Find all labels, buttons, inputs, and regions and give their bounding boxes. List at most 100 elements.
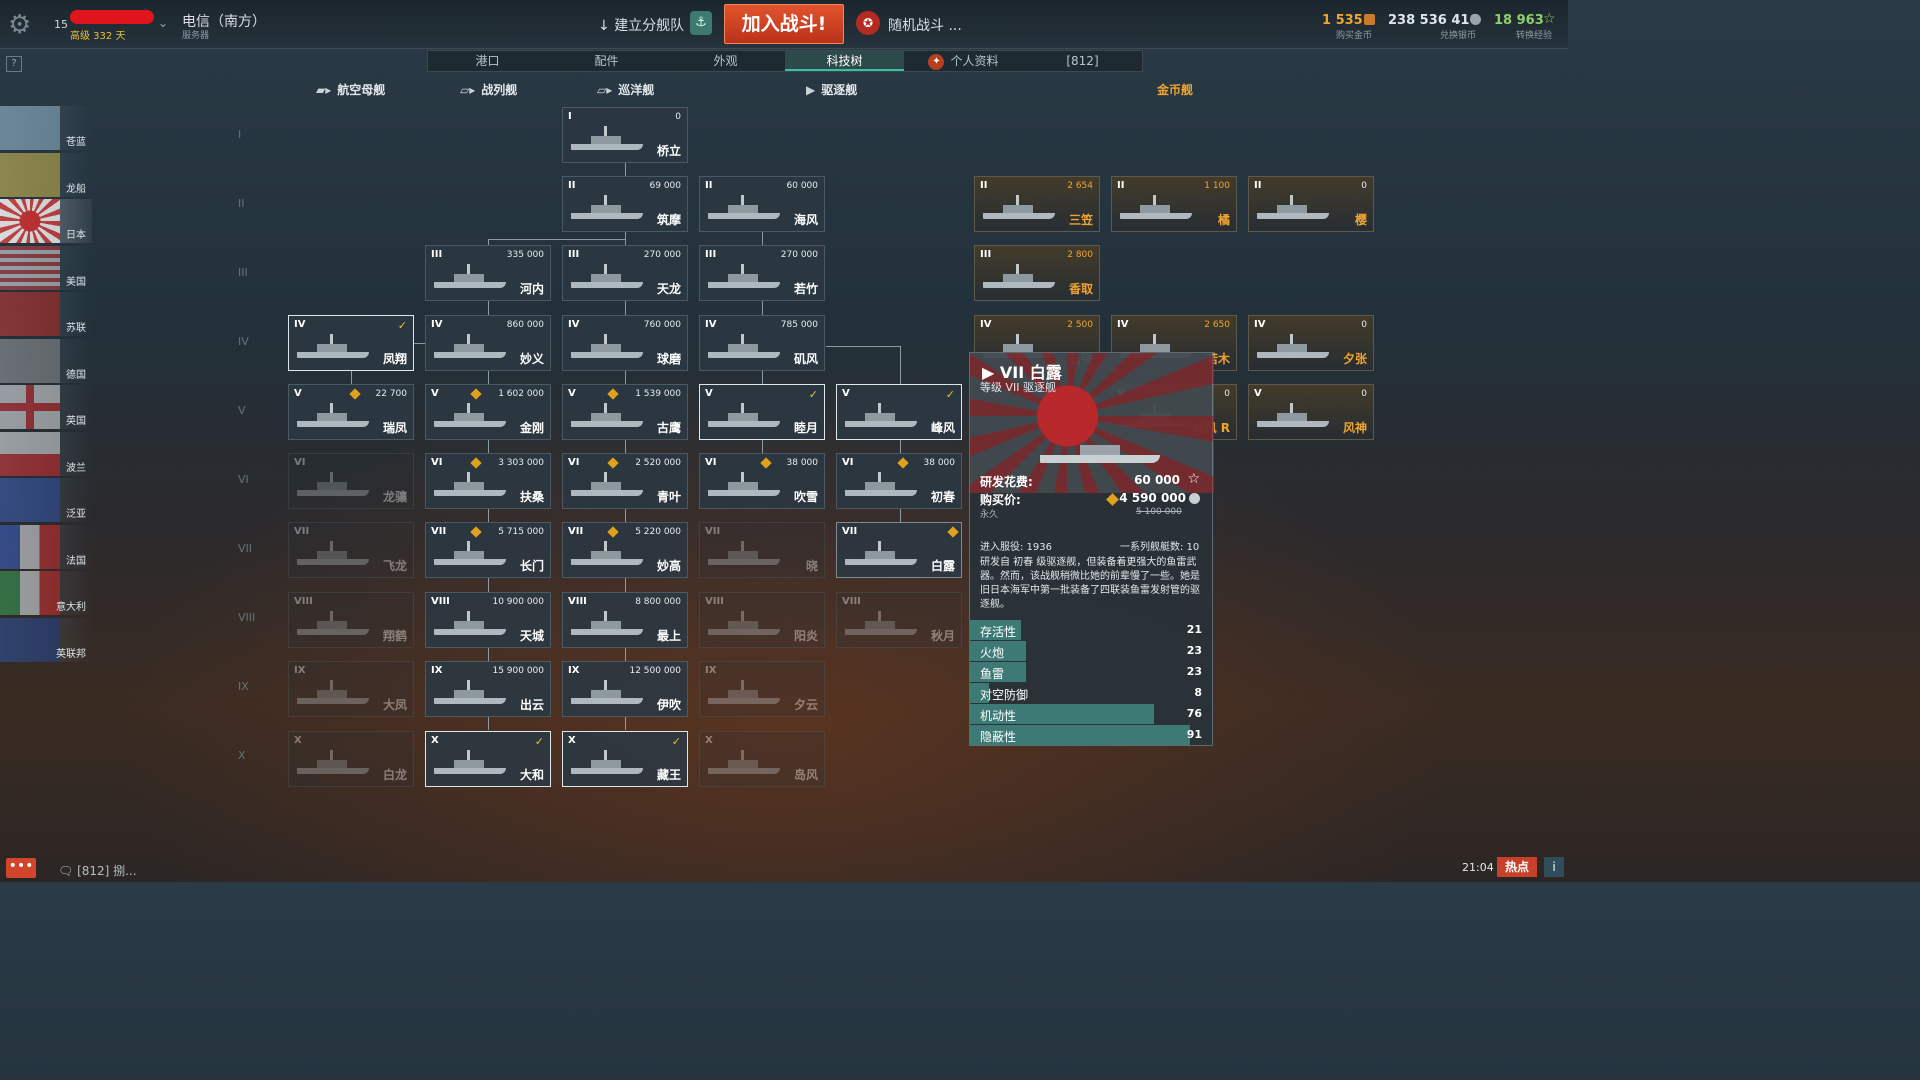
ship-card-shiratsuyu[interactable]: VII 白露 (836, 522, 962, 578)
nation-ussr[interactable]: 苏联 (0, 292, 92, 336)
ship-card-yugumo[interactable]: IX 夕云 (699, 661, 825, 717)
ship-card-myoko[interactable]: VII 5 220 000 妙高 (562, 522, 688, 578)
ship-card-wakatake[interactable]: III 270 000 若竹 (699, 245, 825, 301)
ship-card-ryujo[interactable]: VI 龙骧 (288, 453, 414, 509)
ship-card-mogami[interactable]: VIII 8 800 000 最上 (562, 592, 688, 648)
battle-mode-selector[interactable]: 随机战斗 ... (888, 15, 962, 35)
nation-germany[interactable]: 德国 (0, 338, 92, 383)
premium-card-fujin[interactable]: V 0 风神 (1248, 384, 1374, 440)
tab-port[interactable]: 港口 (428, 51, 547, 71)
help-icon[interactable]: ? (6, 56, 22, 72)
ship-card-kagero[interactable]: VIII 阳炎 (699, 592, 825, 648)
ship-card-hatsuharu[interactable]: VI 38 000 初春 (836, 453, 962, 509)
tab-profile[interactable]: ✦ 个人资料 (904, 51, 1023, 71)
premium-card-mikasa[interactable]: II 2 654 三笠 (974, 176, 1100, 232)
nation-japan[interactable]: 日本 (0, 199, 92, 243)
ship-card-ibuki[interactable]: IX 12 500 000 伊吹 (562, 661, 688, 717)
ship-icon (845, 403, 917, 427)
battle-mode-icon[interactable]: ✪ (856, 11, 880, 35)
ship-card-tenryu[interactable]: III 270 000 天龙 (562, 245, 688, 301)
doubloons-label[interactable]: 购买金币 (1336, 28, 1372, 41)
tab-exterior[interactable]: 外观 (666, 51, 785, 71)
ship-card-furutaka[interactable]: V 1 539 000 古鹰 (562, 384, 688, 440)
uk-flag-icon (0, 385, 60, 429)
premium-card-sakura[interactable]: II 0 樱 (1248, 176, 1374, 232)
nation-commonwealth[interactable]: 英联邦 (0, 617, 92, 662)
class-header-battleship[interactable]: ▱▸ 战列舰 (460, 81, 517, 98)
ship-card-fuso[interactable]: VI 3 303 000 扶桑 (425, 453, 551, 509)
ship-card-akizuki[interactable]: VIII 秋月 (836, 592, 962, 648)
ship-card-kuma[interactable]: IV 760 000 球磨 (562, 315, 688, 371)
buy-price-value: 4 590 000 (1119, 491, 1186, 505)
ship-card-amagi[interactable]: VIII 10 900 000 天城 (425, 592, 551, 648)
ship-card-zuiho[interactable]: V 22 700 瑞凤 (288, 384, 414, 440)
ship-card-minekaze[interactable]: V ✓ 峰风 (836, 384, 962, 440)
ship-card-nagato[interactable]: VII 5 715 000 长门 (425, 522, 551, 578)
tab-tech-tree[interactable]: 科技树 (785, 51, 904, 71)
tier-numeral: VIII (568, 596, 587, 607)
ship-card-fubuki[interactable]: VI 38 000 吹雪 (699, 453, 825, 509)
ship-card-hiryu[interactable]: VII 飞龙 (288, 522, 414, 578)
ship-card-hosho[interactable]: IV ✓ 凤翔 (288, 315, 414, 371)
price: 0 (1224, 389, 1230, 399)
class-header-destroyer[interactable]: ▶ 驱逐舰 (806, 81, 857, 98)
ship-card-akatsuki[interactable]: VII 晓 (699, 522, 825, 578)
class-header-cruiser[interactable]: ▱▸ 巡洋舰 (597, 81, 654, 98)
hot-button[interactable]: 热点 (1497, 857, 1537, 877)
ship-icon (708, 195, 780, 219)
ship-card-kawachi[interactable]: III 335 000 河内 (425, 245, 551, 301)
ship-name: 睦月 (793, 421, 818, 435)
ship-card-yamato[interactable]: X ✓ 大和 (425, 731, 551, 787)
tier-numeral: IV (1254, 319, 1266, 330)
ship-icon (571, 195, 643, 219)
ship-card-mutsuki[interactable]: V ✓ 睦月 (699, 384, 825, 440)
info-button[interactable]: i (1544, 857, 1564, 877)
ship-card-taiho[interactable]: IX 大凤 (288, 661, 414, 717)
tab-clan[interactable]: [812] (1023, 51, 1142, 71)
nation-azur[interactable]: 苍蓝 (0, 106, 92, 150)
nation-usa[interactable]: 美国 (0, 245, 92, 290)
ship-card-umikaze[interactable]: II 60 000 海风 (699, 176, 825, 232)
ship-card-aoba[interactable]: VI 2 520 000 青叶 (562, 453, 688, 509)
class-header-premium[interactable]: 金币舰 (1157, 81, 1193, 98)
battle-button[interactable]: 加入战斗! (724, 4, 844, 44)
ship-card-hakuryu[interactable]: X 白龙 (288, 731, 414, 787)
free-xp-value: 18 963 (1494, 13, 1544, 28)
xp-icon (349, 388, 361, 400)
ship-card-kongo[interactable]: V 1 602 000 金刚 (425, 384, 551, 440)
tier-numeral: V (568, 388, 576, 399)
free-xp-label[interactable]: 转换经验 (1516, 28, 1552, 41)
nation-pan-asia[interactable]: 泛亚 (0, 478, 92, 522)
ship-card-hashidate[interactable]: I 0 桥立 (562, 107, 688, 163)
gear-icon[interactable]: ⚙ (8, 10, 31, 40)
division-icon[interactable]: ⚓ (690, 11, 712, 35)
tier-numeral: IX (705, 665, 717, 676)
create-division-button[interactable]: ↓ 建立分舰队 (598, 15, 684, 35)
ship-card-shokaku[interactable]: VIII 翔鹤 (288, 592, 414, 648)
nation-poland[interactable]: 波兰 (0, 431, 92, 476)
ship-card-zao[interactable]: X ✓ 藏王 (562, 731, 688, 787)
ship-card-myogi[interactable]: IV 860 000 妙义 (425, 315, 551, 371)
premium-card-katori[interactable]: III 2 800 香取 (974, 245, 1100, 301)
connector (488, 578, 489, 592)
account-level: 15 (54, 18, 68, 31)
nation-uk[interactable]: 英国 (0, 385, 92, 429)
chat-message[interactable]: 🗨 [812] 捌... (58, 862, 137, 879)
nation-france[interactable]: 法国 (0, 524, 92, 569)
tier-label: V (238, 404, 246, 417)
premium-card-yubari[interactable]: IV 0 夕张 (1248, 315, 1374, 371)
ship-card-chikuma[interactable]: II 69 000 筑摩 (562, 176, 688, 232)
xp-icon (470, 388, 482, 400)
premium-card-tachibana[interactable]: II 1 100 橘 (1111, 176, 1237, 232)
nation-dragon[interactable]: 龙船 (0, 152, 92, 197)
tab-upgrades[interactable]: 配件 (547, 51, 666, 71)
credits-label[interactable]: 兑换银币 (1440, 28, 1476, 41)
ship-card-isokaze[interactable]: IV 785 000 矶风 (699, 315, 825, 371)
ship-card-izumo[interactable]: IX 15 900 000 出云 (425, 661, 551, 717)
ship-icon (708, 680, 780, 704)
chat-button[interactable]: ••• (6, 858, 36, 878)
chevron-down-icon[interactable]: ⌄ (158, 16, 168, 30)
nation-italy[interactable]: 意大利 (0, 571, 92, 615)
class-header-carrier[interactable]: ▰▸ 航空母舰 (316, 81, 385, 98)
ship-card-shimakaze[interactable]: X 岛风 (699, 731, 825, 787)
